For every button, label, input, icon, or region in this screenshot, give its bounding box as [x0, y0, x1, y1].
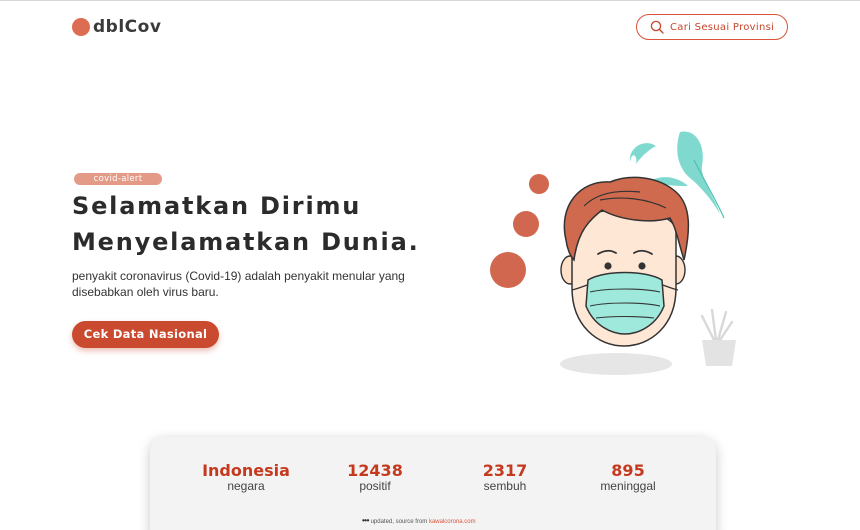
brand-logo[interactable]: dblCov [72, 17, 161, 37]
plant-pot [702, 340, 736, 366]
hero-headline: Selamatkan Dirimu Menyelamatkan Dunia. [72, 188, 420, 260]
national-stats-card: Indonesia negara 12438 positif 2317 semb… [150, 437, 716, 530]
decor-circle-large [490, 252, 526, 288]
decor-circle-small [529, 174, 549, 194]
hero-description: penyakit coronavirus (Covid-19) adalah p… [72, 269, 405, 299]
stat-recovered-label: sembuh [483, 479, 527, 493]
stat-deaths-value: 895 [611, 461, 645, 480]
floor-shadow [560, 353, 672, 375]
masked-person-illustration [490, 131, 736, 375]
stat-positive: 12438 positif [340, 461, 410, 493]
source-link[interactable]: kawalcorona.com [429, 519, 476, 525]
stat-recovered-value: 2317 [482, 461, 528, 480]
headline-line-1: Selamatkan Dirimu [72, 192, 362, 220]
search-icon [650, 20, 664, 34]
brand-name: dblCov [93, 17, 162, 37]
leaf-stem [693, 159, 725, 219]
stat-deaths: 895 meninggal [588, 461, 668, 493]
stat-recovered: 2317 sembuh [470, 461, 540, 493]
stat-positive-value: 12438 [347, 461, 403, 480]
top-border [0, 0, 860, 1]
search-province-button[interactable]: Cari Sesuai Provinsi [636, 14, 788, 40]
stat-deaths-label: meninggal [600, 479, 656, 493]
eye-left [604, 262, 612, 270]
logo-dot-icon [72, 18, 90, 36]
source-prefix: updated, source from [370, 519, 428, 525]
stat-positive-label: positif [359, 479, 391, 493]
stat-country: Indonesia negara [200, 461, 292, 493]
plant-leaves [700, 308, 734, 342]
data-source-note: ••• updated, source from kawalcorona.com [362, 516, 476, 525]
stat-country-value: Indonesia [202, 461, 290, 480]
headline-line-2: Menyelamatkan Dunia. [72, 228, 420, 256]
stat-country-label: negara [227, 479, 265, 493]
leaf-left [629, 143, 656, 164]
dots-icon: ••• [362, 516, 369, 525]
decor-circle-medium [513, 211, 539, 237]
covid-alert-tag: covid-alert [74, 173, 162, 185]
eye-right [638, 262, 646, 270]
search-province-label: Cari Sesuai Provinsi [670, 21, 775, 33]
check-national-data-button[interactable]: Cek Data Nasional [72, 321, 219, 348]
